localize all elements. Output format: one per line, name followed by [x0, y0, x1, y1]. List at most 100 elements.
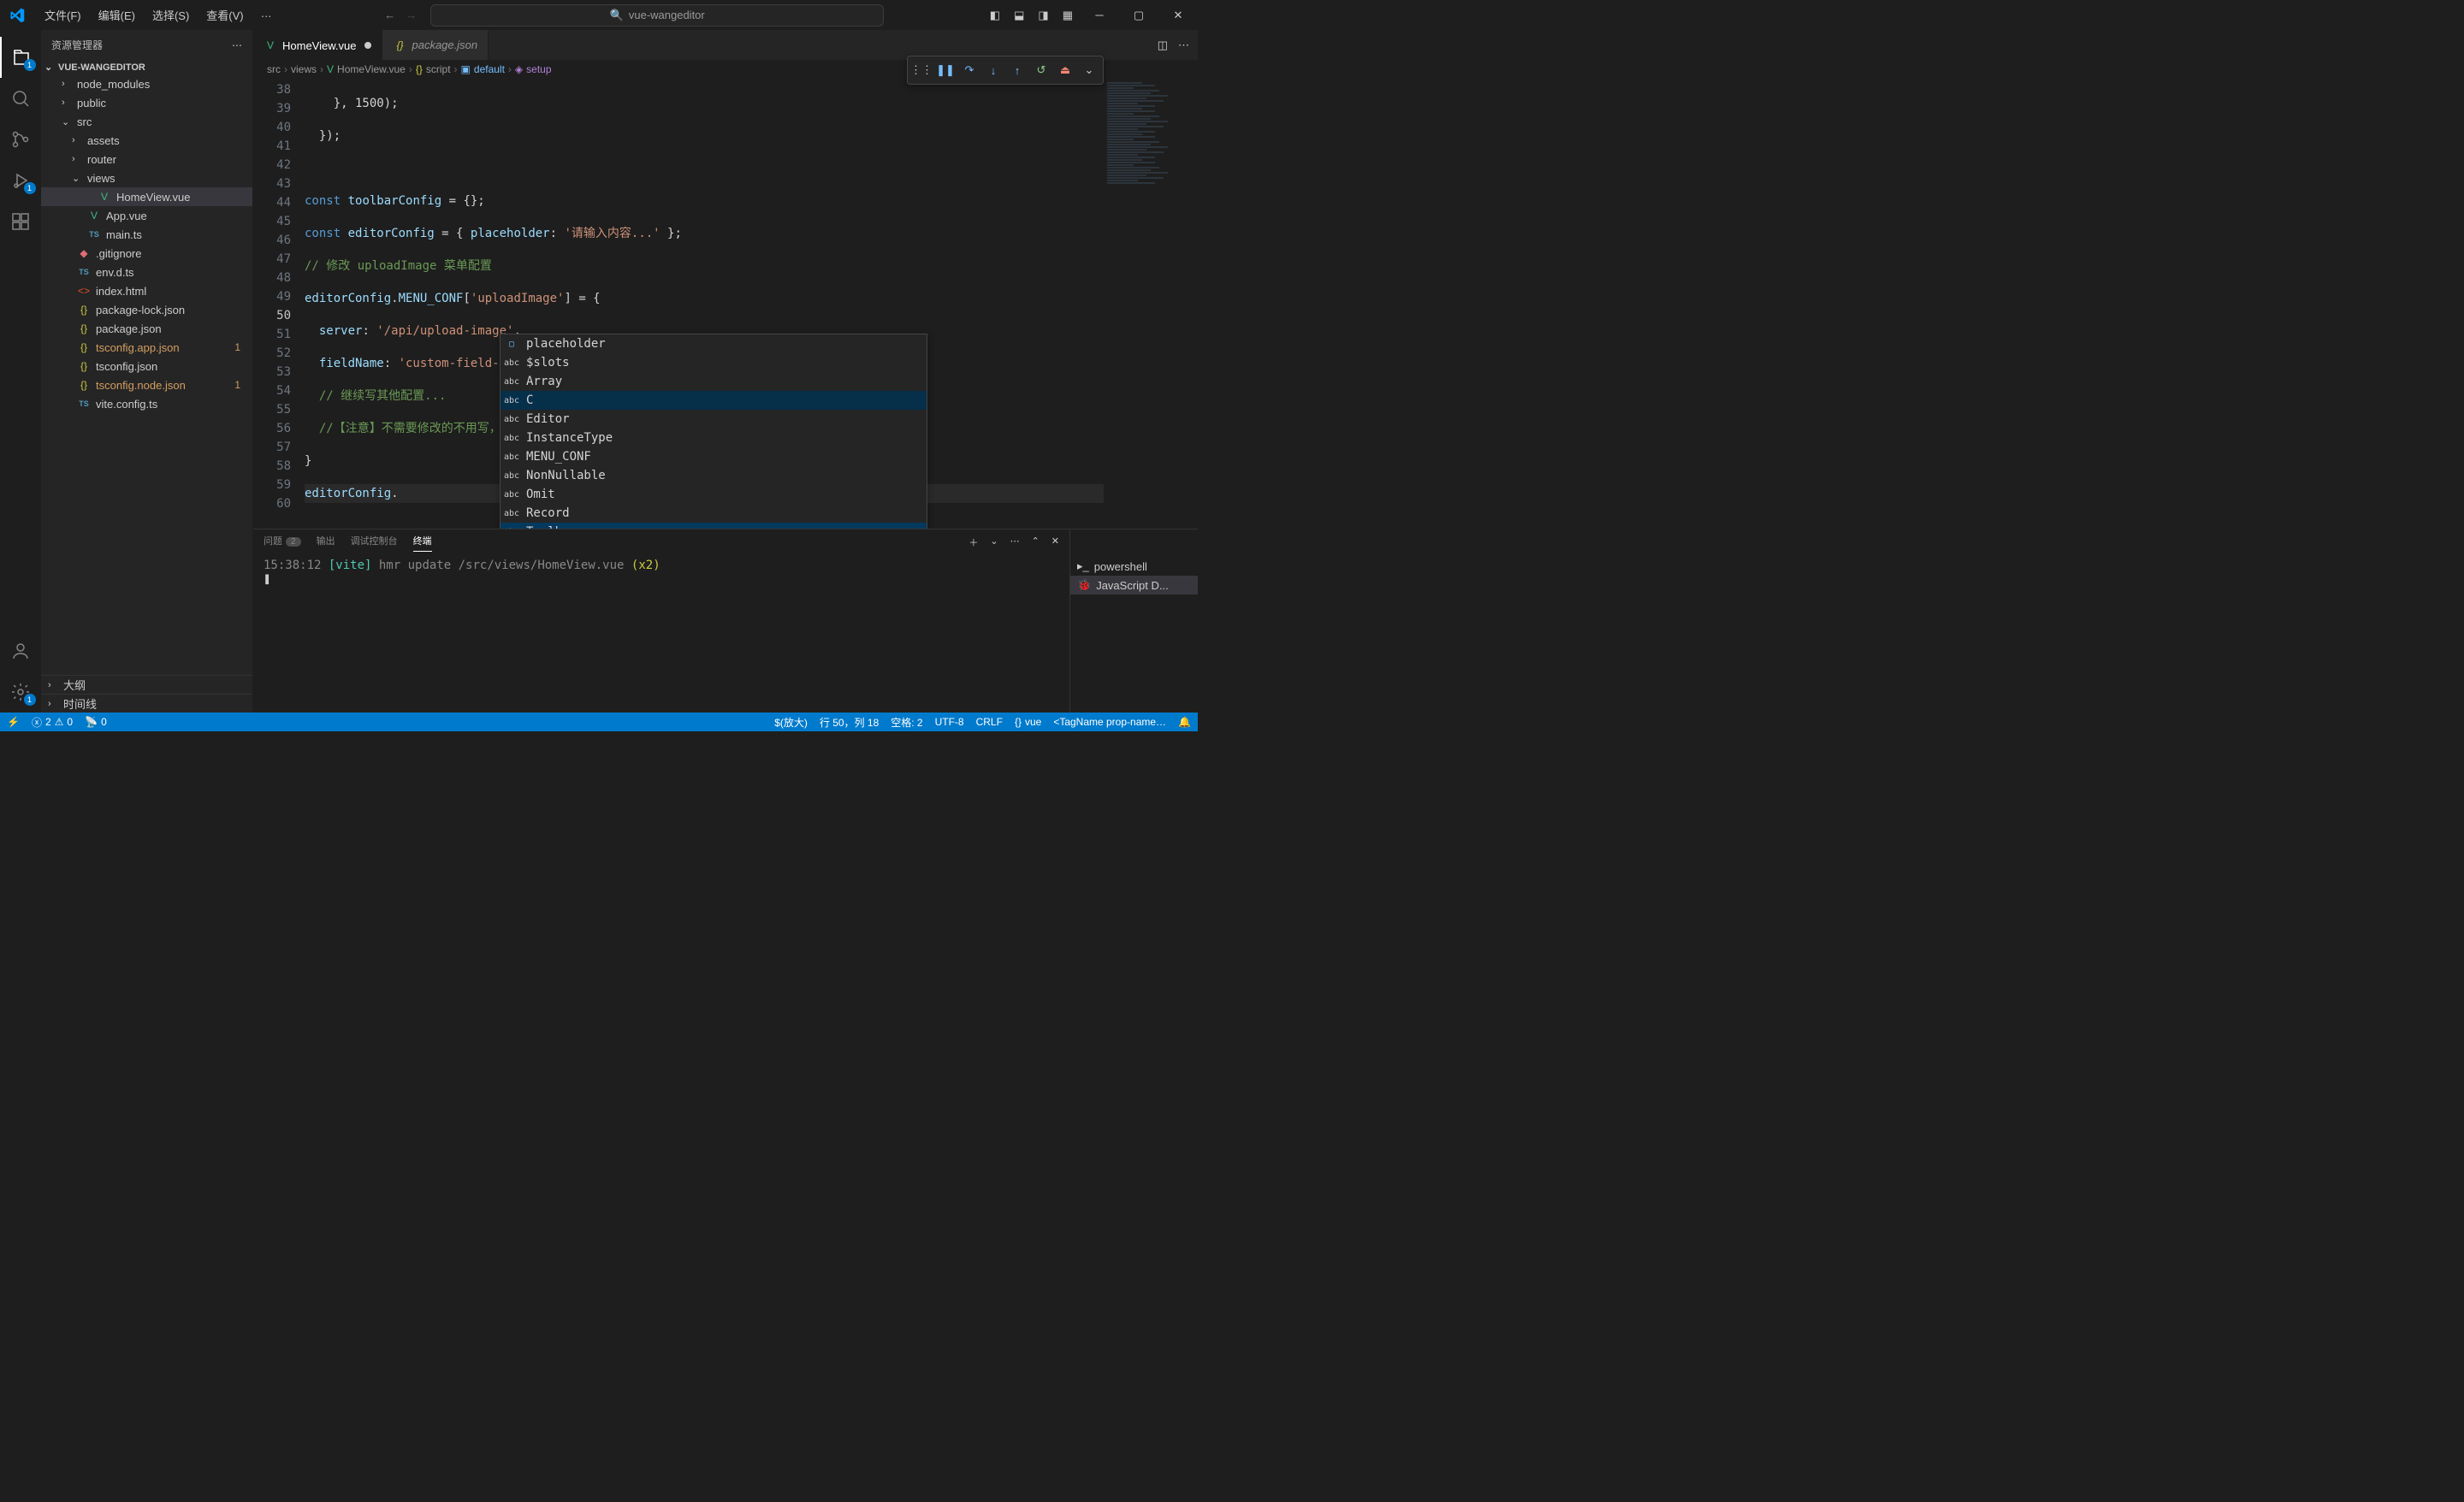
suggest-item-Record[interactable]: abcRecord [500, 504, 927, 523]
panel-tab-problems[interactable]: 问题2 [264, 534, 301, 551]
status-errors[interactable]: ⓧ 2 ⚠ 0 [32, 715, 73, 730]
timeline-section[interactable]: › 时间线 [41, 694, 252, 713]
suggest-item-NonNullable[interactable]: abcNonNullable [500, 466, 927, 485]
layout-left-icon[interactable]: ◧ [990, 9, 1000, 22]
crumb-src[interactable]: src [267, 63, 281, 75]
maximize-icon[interactable]: ▢ [1126, 9, 1152, 22]
activity-search[interactable] [0, 78, 41, 119]
activity-debug[interactable]: 1 [0, 160, 41, 201]
outline-section[interactable]: › 大纲 [41, 675, 252, 694]
tree-item-env-d-ts[interactable]: TSenv.d.ts [41, 263, 252, 281]
tree-item-tsconfig-app-json[interactable]: {}tsconfig.app.json1 [41, 338, 252, 357]
crumb-setup[interactable]: ◈ setup [515, 63, 552, 75]
tree-item-index-html[interactable]: <>index.html [41, 281, 252, 300]
suggest-item-InstanceType[interactable]: abcInstanceType [500, 429, 927, 447]
terminal-new-icon[interactable]: ＋ [968, 535, 978, 549]
minimize-icon[interactable]: ─ [1087, 9, 1112, 21]
status-tag[interactable]: <TagName prop-name… [1053, 715, 1166, 730]
suggest-item-placeholder[interactable]: ▢placeholder [500, 334, 927, 353]
crumb-default[interactable]: ▣ default [461, 63, 505, 75]
debug-pause-icon[interactable]: ❚❚ [935, 60, 956, 80]
suggest-item-Omit[interactable]: abcOmit [500, 485, 927, 504]
status-encoding[interactable]: UTF-8 [935, 715, 964, 730]
menu-selection[interactable]: 选择(S) [145, 3, 196, 27]
tree-item-homeview-vue[interactable]: VHomeView.vue [41, 187, 252, 206]
nav-forward-icon[interactable]: → [406, 9, 417, 21]
tree-item-package-lock-json[interactable]: {}package-lock.json [41, 300, 252, 319]
more-actions-icon[interactable]: ⋯ [1178, 38, 1189, 52]
menu-edit[interactable]: 编辑(E) [92, 3, 142, 27]
tab-homeview[interactable]: V HomeView.vue [253, 30, 382, 60]
close-icon[interactable]: ✕ [1165, 9, 1191, 22]
project-header[interactable]: ⌄ VUE-WANGEDITOR [41, 60, 252, 74]
tree-item-assets[interactable]: ›assets [41, 131, 252, 150]
panel-tab-terminal[interactable]: 终端 [413, 534, 432, 552]
tree-item-vite-config-ts[interactable]: TSvite.config.ts [41, 394, 252, 413]
menu-view[interactable]: 查看(V) [199, 3, 250, 27]
debug-disconnect-icon[interactable]: ⏏ [1055, 60, 1075, 80]
suggest-item-C[interactable]: abcC [500, 391, 927, 410]
status-position[interactable]: 行 50，列 18 [820, 715, 879, 730]
tree-item-public[interactable]: ›public [41, 93, 252, 112]
suggest-item-Toolbar[interactable]: abcToolbar [500, 523, 927, 529]
debug-stepover-icon[interactable]: ↷ [959, 60, 980, 80]
activity-account[interactable] [0, 630, 41, 671]
code-editor[interactable]: 3839404142434445464748495051525354555657… [253, 79, 1198, 529]
crumb-file[interactable]: V HomeView.vue [327, 63, 406, 75]
tree-item-tsconfig-json[interactable]: {}tsconfig.json [41, 357, 252, 376]
minimap[interactable] [1104, 79, 1198, 529]
panel-tab-output[interactable]: 输出 [317, 534, 335, 551]
debug-dropdown-icon[interactable]: ⌄ [1079, 60, 1099, 80]
tree-item-package-json[interactable]: {}package.json [41, 319, 252, 338]
layout-right-icon[interactable]: ◨ [1038, 9, 1048, 22]
status-zoom[interactable]: $(放大) [774, 715, 808, 730]
terminal-output[interactable]: 15:38:12 [vite] hmr update /src/views/Ho… [253, 555, 1069, 713]
debug-stepinto-icon[interactable]: ↓ [983, 60, 1004, 80]
activity-extensions[interactable] [0, 201, 41, 242]
tree-item-main-ts[interactable]: TSmain.ts [41, 225, 252, 244]
terminal-item-jsdebug[interactable]: 🐞 JavaScript D... [1070, 576, 1198, 594]
status-bell-icon[interactable]: 🔔 [1178, 715, 1191, 730]
status-spaces[interactable]: 空格: 2 [891, 715, 922, 730]
debug-restart-icon[interactable]: ↺ [1031, 60, 1051, 80]
status-eol[interactable]: CRLF [976, 715, 1003, 730]
tree-item-views[interactable]: ⌄views [41, 169, 252, 187]
activity-settings[interactable]: 1 [0, 671, 41, 713]
command-center[interactable]: 🔍 vue-wangeditor [430, 4, 884, 27]
code-content[interactable]: }, 1500); }); const toolbarConfig = {}; … [305, 79, 1104, 529]
activity-explorer[interactable]: 1 [0, 37, 41, 78]
suggest-item-Editor[interactable]: abcEditor [500, 410, 927, 429]
tree-item-src[interactable]: ⌄src [41, 112, 252, 131]
crumb-script[interactable]: {} script [416, 63, 451, 75]
suggest-item-Array[interactable]: abcArray [500, 372, 927, 391]
layout-bottom-icon[interactable]: ⬓ [1014, 9, 1024, 22]
layout-customize-icon[interactable]: ▦ [1063, 9, 1073, 22]
nav-back-icon[interactable]: ← [384, 9, 395, 21]
tree-item-router[interactable]: ›router [41, 150, 252, 169]
menu-file[interactable]: 文件(F) [38, 3, 88, 27]
tree-item--gitignore[interactable]: ◆.gitignore [41, 244, 252, 263]
terminal-more-icon[interactable]: ⋯ [1010, 535, 1020, 549]
tree-item-tsconfig-node-json[interactable]: {}tsconfig.node.json1 [41, 376, 252, 394]
panel-maximize-icon[interactable]: ⌃ [1032, 535, 1040, 549]
activity-scm[interactable] [0, 119, 41, 160]
debug-drag-icon[interactable]: ⋮⋮ [911, 60, 932, 80]
status-ports[interactable]: 📡 0 [85, 716, 107, 728]
tree-item-node_modules[interactable]: ›node_modules [41, 74, 252, 93]
suggest-item-$slots[interactable]: abc$slots [500, 353, 927, 372]
status-remote[interactable]: ⚡ [7, 716, 20, 728]
split-editor-icon[interactable]: ◫ [1158, 38, 1168, 52]
panel-tab-debug[interactable]: 调试控制台 [351, 534, 398, 551]
debug-stepout-icon[interactable]: ↑ [1007, 60, 1028, 80]
status-lang[interactable]: {} vue [1015, 715, 1041, 730]
panel-close-icon[interactable]: ✕ [1051, 535, 1059, 549]
suggest-item-MENU_CONF[interactable]: abcMENU_CONF [500, 447, 927, 466]
sidebar-more-icon[interactable]: ⋯ [232, 39, 242, 51]
suggest-widget[interactable]: ▢placeholderabc$slotsabcArrayabcCabcEdit… [500, 334, 927, 529]
terminal-item-powershell[interactable]: ▸_ powershell [1070, 557, 1198, 576]
menu-overflow[interactable]: … [254, 3, 279, 27]
tab-packagejson[interactable]: {} package.json [382, 30, 489, 60]
terminal-dropdown-icon[interactable]: ⌄ [990, 535, 998, 549]
tree-item-app-vue[interactable]: VApp.vue [41, 206, 252, 225]
crumb-views[interactable]: views [291, 63, 317, 75]
